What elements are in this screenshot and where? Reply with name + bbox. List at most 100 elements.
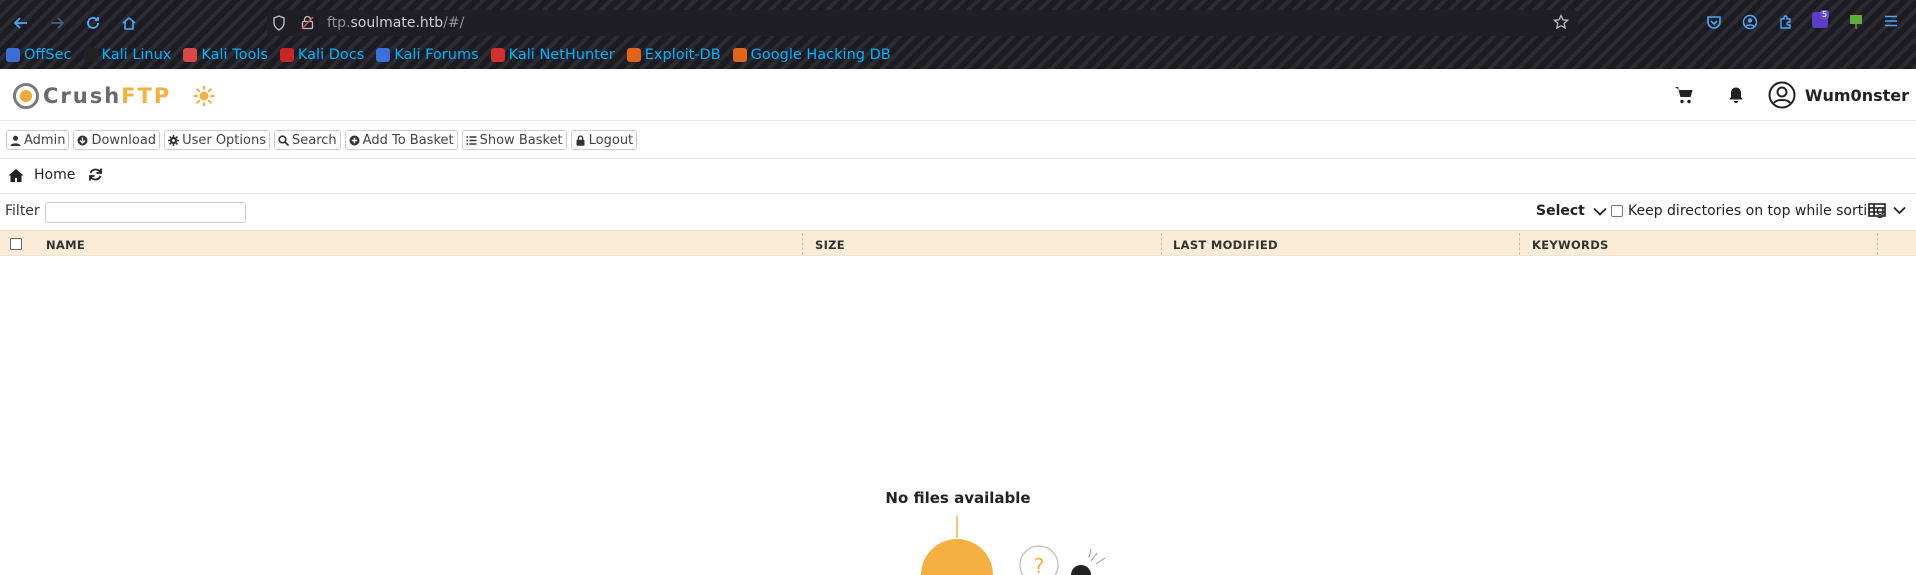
bookmark-favicon-icon xyxy=(83,48,98,62)
toolbar-button-label: Add To Basket xyxy=(362,132,454,148)
reload-button[interactable] xyxy=(82,12,104,34)
account-icon[interactable] xyxy=(1742,14,1758,30)
extension-badge-count: 5 xyxy=(1820,10,1830,19)
bookmark-item[interactable]: Kali Linux xyxy=(83,45,172,65)
reload-icon xyxy=(87,17,99,29)
chevron-down-icon xyxy=(1593,207,1607,216)
keep-directories-toggle[interactable]: Keep directories on top while sorting xyxy=(1611,203,1885,219)
refresh-icon[interactable] xyxy=(88,167,103,182)
column-separator[interactable] xyxy=(1161,233,1162,255)
column-last-modified[interactable]: LAST MODIFIED xyxy=(1173,238,1278,252)
action-toolbar: Admin Download User Options Search Add To Ba… xyxy=(6,130,638,150)
download-button[interactable]: Download xyxy=(73,130,161,150)
filter-label: Filter xyxy=(5,203,40,219)
bookmark-label: Kali Docs xyxy=(297,47,365,63)
toolbar-button-label: Show Basket xyxy=(479,132,563,148)
logo-mark-icon xyxy=(13,83,39,109)
extension-tree-icon[interactable] xyxy=(1848,13,1864,31)
bookmark-item[interactable]: Kali Tools xyxy=(183,45,268,65)
bell-icon[interactable] xyxy=(1728,86,1744,104)
bookmark-item[interactable]: Kali NetHunter xyxy=(490,45,615,65)
bookmark-item[interactable]: Google Hacking DB xyxy=(732,45,891,65)
browser-chrome: ftp.soulmate.htb/#/ 5 OffSec Kali Linux Ka… xyxy=(0,0,1916,69)
pocket-icon[interactable] xyxy=(1706,14,1722,30)
admin-button[interactable]: Admin xyxy=(6,130,70,150)
breadcrumb-home[interactable]: Home xyxy=(34,167,75,183)
bookmark-label: Kali Linux xyxy=(101,47,172,63)
column-separator[interactable] xyxy=(1877,233,1878,255)
empty-state-message: No files available xyxy=(885,489,1031,507)
svg-text:?: ? xyxy=(1034,554,1045,575)
search-button[interactable]: Search xyxy=(274,130,341,150)
toolbar-button-label: User Options xyxy=(182,132,266,148)
bookmark-label: Exploit-DB xyxy=(644,47,721,63)
crushftp-logo[interactable]: CrushFTP xyxy=(13,83,171,109)
bookmark-item[interactable]: Kali Docs xyxy=(279,45,365,65)
insecure-lock-icon[interactable] xyxy=(301,15,314,30)
bookmark-label: Google Hacking DB xyxy=(750,47,891,63)
toolbar-button-label: Logout xyxy=(588,132,634,148)
user-icon xyxy=(10,135,21,146)
plus-circle-icon xyxy=(349,135,360,146)
home-button[interactable] xyxy=(118,12,140,34)
forward-button[interactable] xyxy=(46,12,68,34)
column-separator[interactable] xyxy=(1519,233,1520,255)
gear-icon xyxy=(168,134,180,146)
star-icon[interactable] xyxy=(1553,14,1569,30)
select-all-checkbox[interactable] xyxy=(10,238,22,250)
url-text[interactable]: ftp.soulmate.htb/#/ xyxy=(327,15,464,31)
header-actions: Wum0nster xyxy=(1674,81,1909,109)
menu-icon[interactable] xyxy=(1884,15,1898,27)
download-icon xyxy=(77,135,88,146)
bookmark-favicon-icon xyxy=(376,48,391,62)
column-name[interactable]: NAME xyxy=(46,238,85,252)
select-dropdown[interactable]: Select xyxy=(1536,203,1607,219)
toolbar-button-label: Download xyxy=(91,132,157,148)
chevron-down-icon xyxy=(1893,206,1906,214)
file-table-header: NAME SIZE LAST MODIFIED KEYWORDS xyxy=(0,230,1916,256)
back-arrow-icon xyxy=(13,17,27,29)
forward-arrow-icon xyxy=(51,17,65,29)
add-to-basket-button[interactable]: Add To Basket xyxy=(344,130,458,150)
bookmark-favicon-icon xyxy=(732,48,747,62)
user-options-button[interactable]: User Options xyxy=(164,130,270,150)
bookmark-favicon-icon xyxy=(490,48,505,62)
theme-sun-icon[interactable] xyxy=(193,85,215,107)
keep-directories-checkbox[interactable] xyxy=(1611,205,1623,217)
bookmark-favicon-icon xyxy=(626,48,641,62)
back-button[interactable] xyxy=(10,12,32,34)
app-header: CrushFTP Wum0nster xyxy=(0,69,1916,121)
show-basket-button[interactable]: Show Basket xyxy=(461,130,567,150)
cart-icon[interactable] xyxy=(1674,85,1694,105)
logo-text: CrushFTP xyxy=(43,84,172,108)
bookmark-favicon-icon xyxy=(279,48,294,62)
breadcrumb[interactable]: Home xyxy=(8,167,75,183)
bookmark-item[interactable]: Kali Forums xyxy=(376,45,479,65)
username[interactable]: Wum0nster xyxy=(1805,86,1909,105)
user-avatar-icon[interactable] xyxy=(1768,81,1796,109)
table-view-icon xyxy=(1868,203,1886,217)
bookmark-label: Kali Tools xyxy=(201,47,268,63)
keep-directories-label: Keep directories on top while sorting xyxy=(1628,203,1885,219)
bookmark-label: OffSec xyxy=(24,47,72,63)
bookmarks-bar: OffSec Kali Linux Kali Tools Kali Docs Kali … xyxy=(6,45,903,65)
select-label: Select xyxy=(1536,203,1585,219)
column-separator[interactable] xyxy=(802,233,803,255)
column-keywords[interactable]: KEYWORDS xyxy=(1532,238,1609,252)
logout-button[interactable]: Logout xyxy=(570,130,638,150)
column-size[interactable]: SIZE xyxy=(815,238,845,252)
bookmark-item[interactable]: OffSec xyxy=(6,45,72,65)
shield-icon[interactable] xyxy=(272,15,286,31)
view-mode-dropdown[interactable] xyxy=(1868,203,1906,217)
extensions-icon[interactable] xyxy=(1778,14,1794,30)
bookmark-item[interactable]: Exploit-DB xyxy=(626,45,721,65)
bookmark-label: Kali Forums xyxy=(394,47,479,63)
bookmark-label: Kali NetHunter xyxy=(508,47,615,63)
toolbar-button-label: Search xyxy=(292,132,337,148)
bookmark-favicon-icon xyxy=(6,48,20,62)
empty-folder-illustration-icon: ? xyxy=(921,516,1106,575)
bookmark-favicon-icon xyxy=(183,48,198,62)
home-icon xyxy=(8,168,24,182)
divider xyxy=(0,158,1916,159)
filter-input[interactable] xyxy=(45,202,246,223)
